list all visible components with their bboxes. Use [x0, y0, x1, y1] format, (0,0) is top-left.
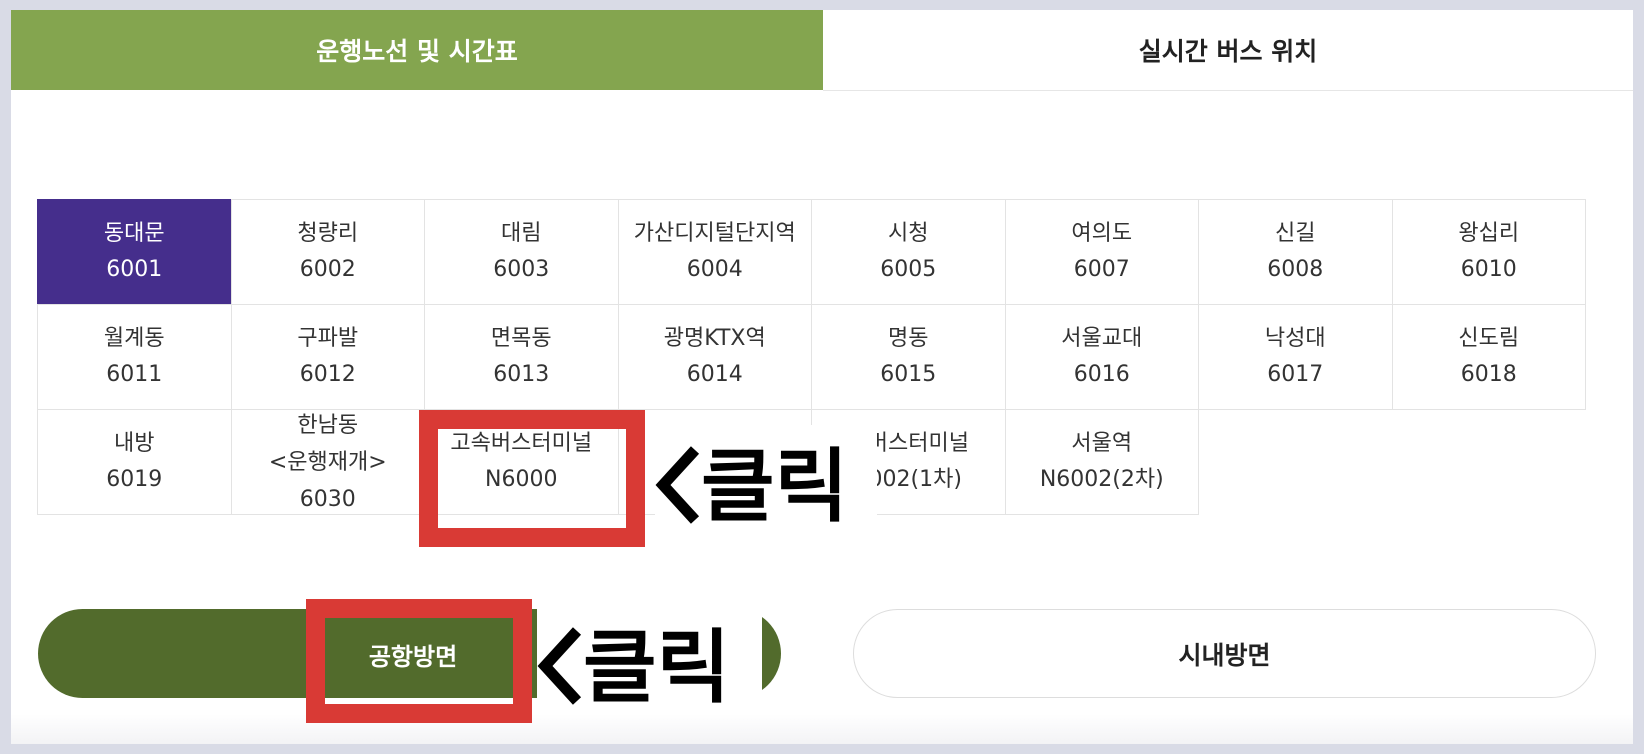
- direction-city-button[interactable]: 시내방면: [853, 609, 1596, 698]
- click-annotation-direction: 클릭: [537, 608, 762, 714]
- route-6008[interactable]: 신길 6008: [1198, 199, 1393, 305]
- route-name: 신도림: [1458, 326, 1520, 351]
- grid-empty-cell: [1392, 409, 1587, 515]
- highlight-box-route: [419, 410, 645, 547]
- route-name: 내방: [114, 431, 155, 456]
- route-6018[interactable]: 신도림 6018: [1391, 304, 1586, 410]
- route-number: 6002: [299, 257, 356, 282]
- highlight-box-direction: [306, 599, 532, 723]
- tab-realtime-bus-location[interactable]: 실시간 버스 위치: [823, 10, 1633, 90]
- route-number: 6017: [1267, 362, 1324, 387]
- route-name: 낙성대: [1264, 326, 1326, 351]
- route-number: 6011: [106, 362, 163, 387]
- route-6003[interactable]: 대림 6003: [424, 199, 619, 305]
- arrow-left-icon: [537, 621, 582, 705]
- route-number: 6019: [106, 467, 163, 492]
- route-n6002-2[interactable]: 서울역 N6002(2차): [1004, 409, 1199, 515]
- route-name: 월계동: [103, 326, 165, 351]
- route-name: 대림: [501, 221, 542, 246]
- route-6012[interactable]: 구파발 6012: [230, 304, 425, 410]
- click-text: 클릭: [701, 440, 849, 533]
- route-6004[interactable]: 가산디지털단지역 6004: [617, 199, 812, 305]
- route-number: 6014: [686, 362, 743, 387]
- route-number: 6030: [299, 486, 356, 512]
- route-name: 왕십리: [1458, 221, 1520, 246]
- route-6017[interactable]: 낙성대 6017: [1198, 304, 1393, 410]
- route-name: 가산디지털단지역: [633, 221, 796, 246]
- route-number: 6016: [1073, 362, 1130, 387]
- route-number: 6001: [106, 257, 163, 282]
- route-6015[interactable]: 명동 6015: [811, 304, 1006, 410]
- route-number: 6005: [880, 257, 937, 282]
- route-number: 6008: [1267, 257, 1324, 282]
- route-name: 명동: [888, 326, 929, 351]
- route-number: 6004: [686, 257, 743, 282]
- route-6030[interactable]: 한남동 <운행재개> 6030: [230, 409, 425, 515]
- route-6016[interactable]: 서울교대 6016: [1004, 304, 1199, 410]
- route-6013[interactable]: 면목동 6013: [424, 304, 619, 410]
- route-name: 면목동: [490, 326, 552, 351]
- grid-empty-cell: [1198, 409, 1393, 515]
- route-6014[interactable]: 광명KTX역 6014: [617, 304, 812, 410]
- tab-divider: [823, 90, 1633, 91]
- route-6001[interactable]: 동대문 6001: [37, 199, 232, 305]
- click-text: 클릭: [583, 621, 731, 714]
- route-number: 6015: [880, 362, 937, 387]
- route-name: 구파발: [297, 326, 359, 351]
- route-name: 시청: [888, 221, 929, 246]
- route-number: 6018: [1460, 362, 1517, 387]
- route-6010[interactable]: 왕십리 6010: [1391, 199, 1586, 305]
- route-note: <운행재개>: [268, 449, 387, 475]
- panel-shade: [11, 714, 1633, 744]
- route-name: 동대문: [103, 221, 165, 246]
- route-name: 광명KTX역: [663, 326, 766, 351]
- route-number: 6007: [1073, 257, 1130, 282]
- tab-routes-timetable[interactable]: 운행노선 및 시간표: [11, 10, 823, 90]
- route-6002[interactable]: 청량리 6002: [230, 199, 425, 305]
- route-name: 여의도: [1071, 221, 1133, 246]
- route-6019[interactable]: 내방 6019: [37, 409, 232, 515]
- route-name: 서울교대: [1061, 326, 1143, 351]
- route-number: N6002(2차): [1039, 467, 1164, 492]
- route-number: 6010: [1460, 257, 1517, 282]
- route-name: 신길: [1275, 221, 1316, 246]
- route-number: 6013: [493, 362, 550, 387]
- route-name: 서울역: [1071, 431, 1133, 456]
- route-6007[interactable]: 여의도 6007: [1004, 199, 1199, 305]
- route-number: 6003: [493, 257, 550, 282]
- route-name: 청량리: [297, 221, 359, 246]
- route-name: 한남동: [297, 412, 359, 438]
- route-6011[interactable]: 월계동 6011: [37, 304, 232, 410]
- route-6005[interactable]: 시청 6005: [811, 199, 1006, 305]
- click-annotation-route: 클릭: [655, 425, 877, 535]
- route-number: 6012: [299, 362, 356, 387]
- arrow-left-icon: [655, 440, 700, 524]
